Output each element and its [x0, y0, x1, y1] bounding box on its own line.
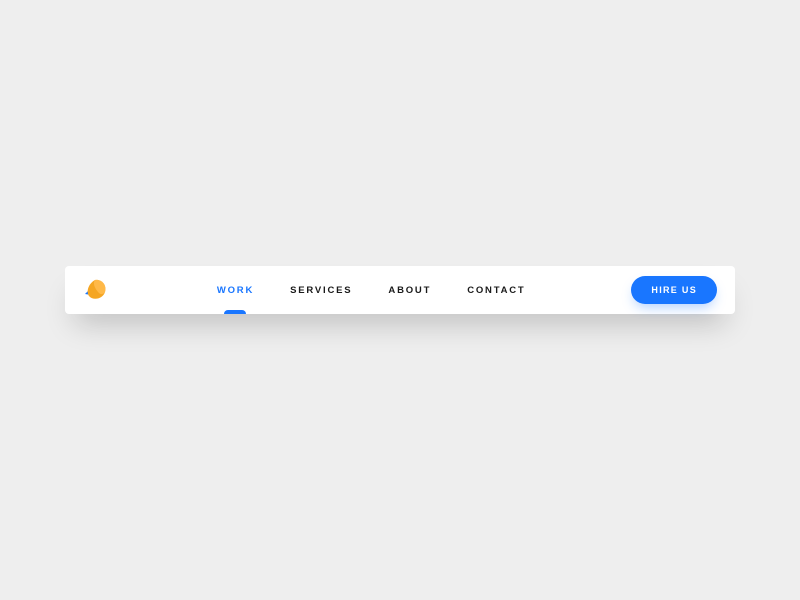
- nav-label: CONTACT: [467, 285, 525, 296]
- navbar: WORK SERVICES ABOUT CONTACT HIRE US: [65, 266, 735, 314]
- nav-label: WORK: [217, 285, 254, 296]
- nav-item-services[interactable]: SERVICES: [290, 266, 352, 314]
- nav-item-work[interactable]: WORK: [217, 266, 254, 314]
- hire-us-button[interactable]: HIRE US: [631, 276, 717, 304]
- logo-icon[interactable]: [79, 274, 111, 306]
- nav-item-contact[interactable]: CONTACT: [467, 266, 525, 314]
- nav-item-about[interactable]: ABOUT: [388, 266, 431, 314]
- nav-label: SERVICES: [290, 285, 352, 296]
- nav-label: ABOUT: [388, 285, 431, 296]
- nav-items: WORK SERVICES ABOUT CONTACT: [111, 266, 631, 314]
